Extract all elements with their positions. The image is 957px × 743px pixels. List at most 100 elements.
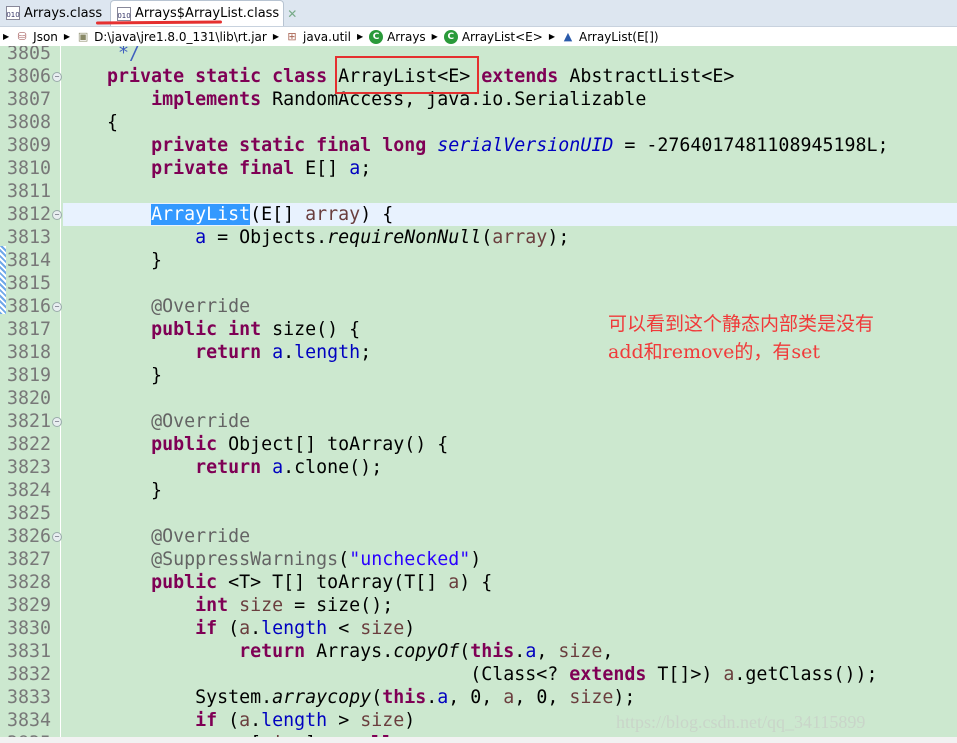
- selection-marker: [0, 246, 6, 314]
- code-text: (Class<? extends T[]>) a.getClass());: [63, 663, 877, 686]
- chevron-right-icon: ▶: [431, 32, 438, 41]
- code-token: a: [239, 618, 251, 639]
- breadcrumb-label: java.util: [303, 29, 351, 44]
- code-token: requireNonNull: [327, 227, 482, 248]
- code-token: array: [305, 204, 361, 225]
- annotation-note: 可以看到这个静态内部类是没有 add和remove的，有set: [608, 310, 874, 366]
- code-editor[interactable]: 3805 */3806− private static class ArrayL…: [0, 46, 957, 737]
- code-token: E[]: [305, 158, 350, 179]
- code-token: (: [481, 227, 493, 248]
- code-token: );: [613, 687, 636, 708]
- code-token: if: [195, 710, 229, 731]
- breadcrumb-item-package[interactable]: ⊞ java.util: [285, 30, 351, 44]
- fold-toggle-icon[interactable]: −: [52, 417, 62, 427]
- code-token: return: [195, 457, 273, 478]
- line-number: 3826: [7, 526, 52, 547]
- code-token: a: [448, 572, 460, 593]
- breadcrumb-item-class[interactable]: C Arrays: [369, 29, 426, 44]
- code-token: @SuppressWarnings: [151, 549, 339, 570]
- code-text: return Arrays.copyOf(this.a, size,: [63, 640, 613, 663]
- code-token: copyOf: [393, 641, 460, 662]
- close-icon[interactable]: ✕: [287, 7, 297, 21]
- chevron-right-icon: ▶: [548, 32, 555, 41]
- code-token: extends: [569, 664, 658, 685]
- breadcrumb-item-inner-class[interactable]: C ArrayList<E>: [443, 29, 543, 44]
- line-number: 3823: [7, 457, 52, 478]
- code-text: private final E[] a;: [63, 157, 371, 180]
- breadcrumb-item-constructor[interactable]: ▲ ArrayList(E[]): [561, 30, 659, 44]
- code-token: ArrayList: [151, 204, 251, 225]
- code-text: @SuppressWarnings("unchecked"): [63, 548, 481, 571]
- code-token: Object[] toArray() {: [228, 434, 449, 455]
- tab-arrays-class[interactable]: 010 Arrays.class: [0, 0, 108, 26]
- line-number: 3834: [7, 710, 52, 731]
- line-number: 3825: [7, 503, 52, 524]
- breadcrumb-label: Json: [33, 29, 58, 44]
- fold-toggle-icon[interactable]: −: [52, 72, 62, 82]
- code-text: @Override: [63, 295, 250, 318]
- fold-toggle-icon[interactable]: −: [52, 302, 62, 312]
- static-inner-class-icon: C: [443, 29, 458, 44]
- breadcrumb-label: ArrayList<E>: [461, 29, 543, 44]
- code-token: >: [327, 710, 361, 731]
- code-token: (: [371, 687, 383, 708]
- code-text: public <T> T[] toArray(T[] a) {: [63, 571, 492, 594]
- code-token: @Override: [151, 296, 251, 317]
- breadcrumb-label: ArrayList(E[]): [578, 29, 659, 44]
- code-token: ;: [360, 158, 372, 179]
- code-token: }: [63, 365, 163, 386]
- code-token: .: [514, 641, 526, 662]
- line-number: 3822: [7, 434, 52, 455]
- line-number: 3831: [7, 641, 52, 662]
- code-token: "unchecked": [349, 549, 471, 570]
- project-icon: ⛁: [17, 29, 27, 43]
- code-token: length: [294, 342, 361, 363]
- code-token: a: [272, 342, 284, 363]
- constructor-icon: ▲: [563, 29, 573, 43]
- fold-toggle-icon[interactable]: −: [52, 210, 62, 220]
- code-token: ,: [602, 641, 614, 662]
- tab-label: Arrays.class: [24, 5, 103, 21]
- code-token: <T> T[] toArray(T[]: [228, 572, 449, 593]
- breadcrumb-label: Arrays: [387, 29, 426, 44]
- code-token: arraycopy: [272, 687, 372, 708]
- code-token: ;: [360, 342, 372, 363]
- fold-toggle-icon[interactable]: −: [52, 532, 62, 542]
- breadcrumb-item-project[interactable]: ⛁ Json: [15, 30, 58, 44]
- code-token: size: [558, 641, 603, 662]
- code-token: ) {: [360, 204, 394, 225]
- code-text: System.arraycopy(this.a, 0, a, 0, size);: [63, 686, 635, 709]
- code-text: if (a.length < size): [63, 617, 415, 640]
- horizontal-scrollbar[interactable]: [0, 737, 957, 743]
- line-number: 3827: [7, 549, 52, 570]
- line-number: 3816: [7, 296, 52, 317]
- code-token: public: [151, 434, 229, 455]
- breadcrumb-item-jar[interactable]: ▣ D:\java\jre1.8.0_131\lib\rt.jar: [76, 30, 267, 44]
- code-token: T[]>): [657, 664, 724, 685]
- code-token: (: [228, 710, 240, 731]
- code-text: public Object[] toArray() {: [63, 433, 448, 456]
- code-text: @Override: [63, 525, 250, 548]
- code-token: a: [239, 710, 251, 731]
- code-token: = size();: [283, 595, 394, 616]
- code-token: (E[]: [250, 204, 306, 225]
- line-number: 3819: [7, 365, 52, 386]
- line-number: 3810: [7, 158, 52, 179]
- code-token: a: [503, 687, 515, 708]
- code-text: ArrayList(E[] array) {: [63, 203, 957, 226]
- gutter-divider: [60, 46, 61, 737]
- code-token: (Class<?: [63, 664, 570, 685]
- code-text: private static final long serialVersionU…: [63, 134, 888, 157]
- line-number: 3824: [7, 480, 52, 501]
- chevron-right-icon: ▶: [63, 32, 71, 41]
- breadcrumb-label: D:\java\jre1.8.0_131\lib\rt.jar: [94, 29, 267, 44]
- line-number: 3830: [7, 618, 52, 639]
